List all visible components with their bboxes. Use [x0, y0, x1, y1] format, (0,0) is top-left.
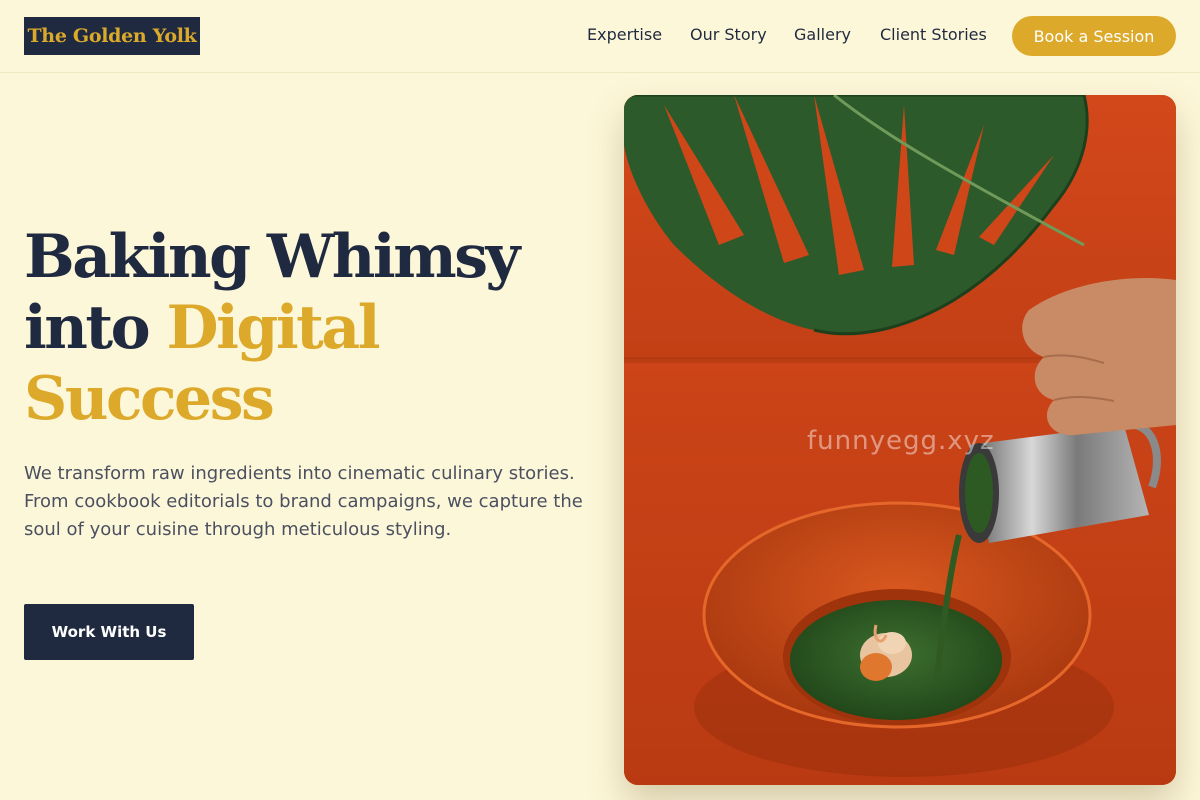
site-header: The Golden Yolk Expertise Our Story Gall…: [0, 0, 1200, 73]
hero-food-photo: funnyegg.xyz: [624, 95, 1176, 785]
nav-link-expertise[interactable]: Expertise: [587, 24, 662, 46]
headline-line-1: Baking Whimsy: [24, 222, 520, 292]
work-with-us-button[interactable]: Work With Us: [24, 604, 194, 660]
nav-link-gallery[interactable]: Gallery: [794, 24, 851, 46]
nav-link-client-stories[interactable]: Client Stories: [880, 24, 987, 46]
image-watermark: funnyegg.xyz: [807, 426, 995, 456]
brand-logo[interactable]: The Golden Yolk: [24, 17, 200, 55]
headline-into: into: [24, 293, 167, 363]
hero-headline: Baking Whimsy into Digital Success: [24, 222, 604, 435]
headline-digital: Digital: [166, 293, 381, 363]
hero-intro-text: We transform raw ingredients into cinema…: [24, 463, 583, 540]
headline-line-2: into Digital: [24, 293, 604, 364]
book-session-button[interactable]: Book a Session: [1012, 16, 1176, 56]
orange-bowl: [702, 501, 1092, 729]
headline-line-3: Success: [24, 364, 275, 434]
nav-link-our-story[interactable]: Our Story: [690, 24, 767, 46]
